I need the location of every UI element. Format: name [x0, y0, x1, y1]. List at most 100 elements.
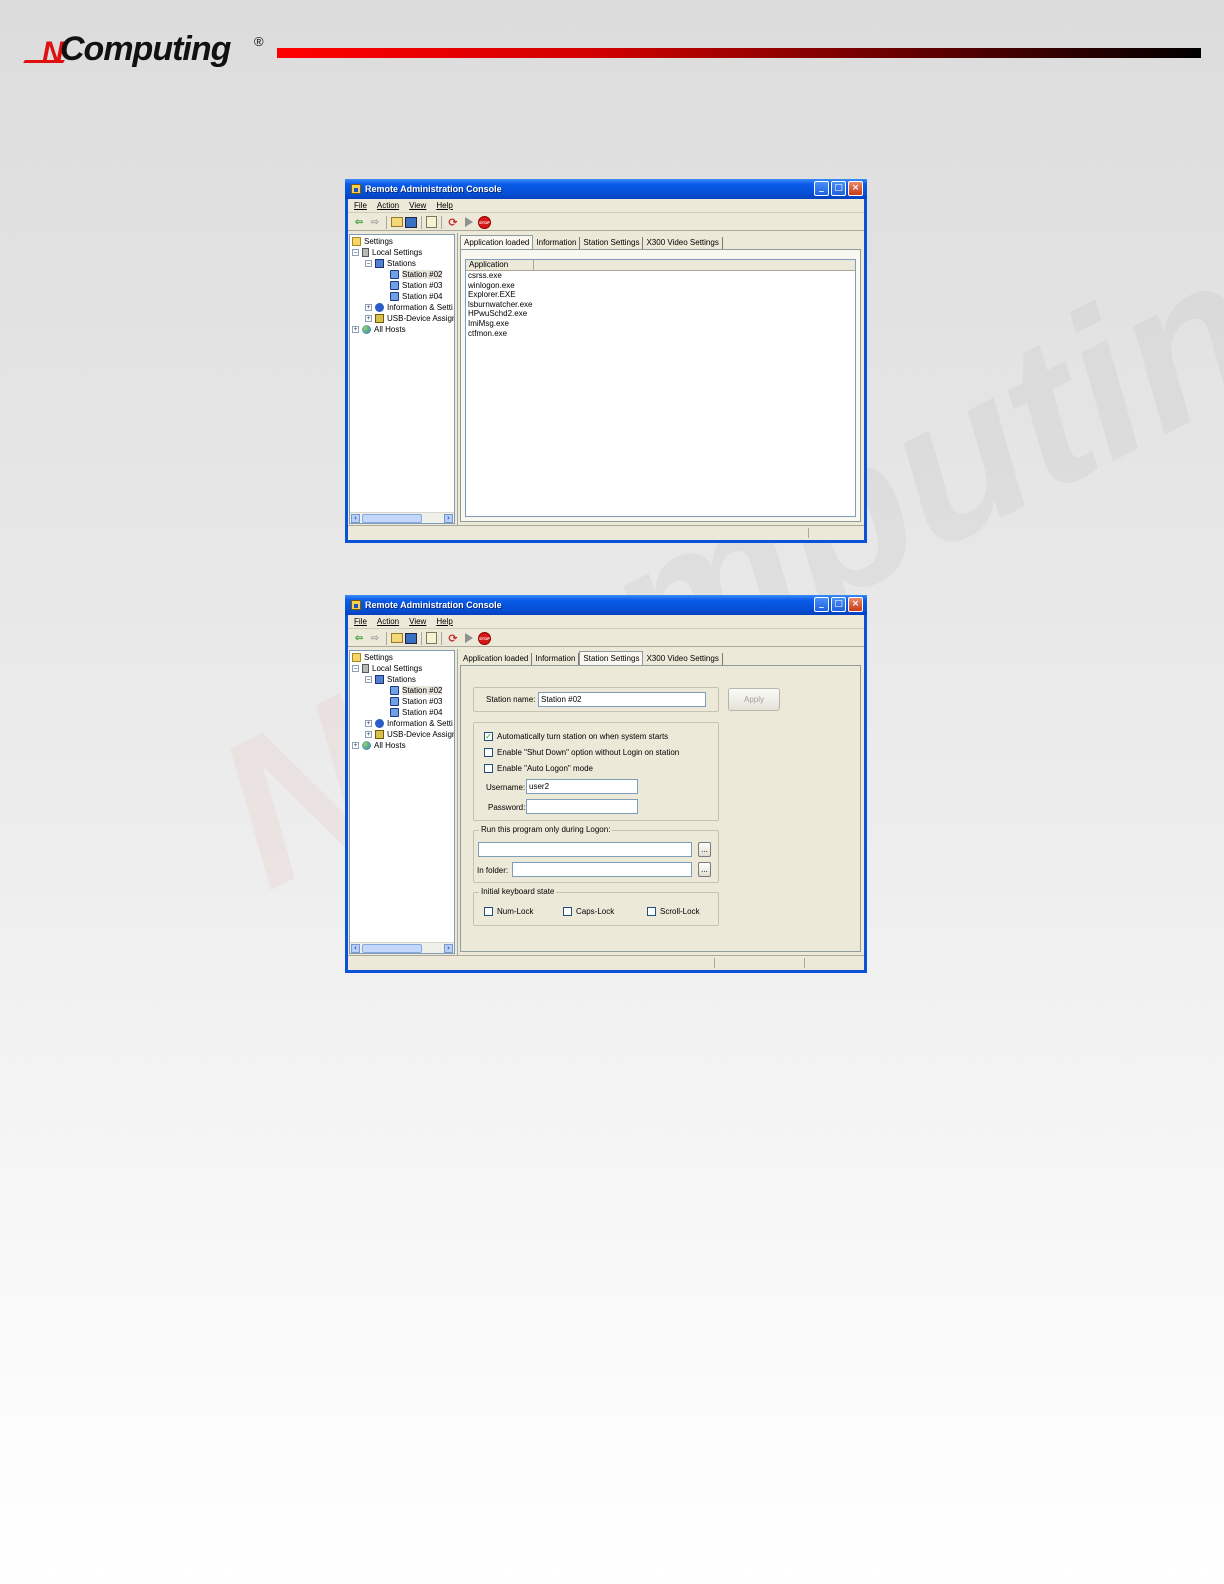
collapse-icon[interactable]: −: [365, 676, 372, 683]
tab-station-settings[interactable]: Station Settings: [580, 237, 644, 249]
menu-action[interactable]: Action: [377, 201, 399, 210]
column-header-application[interactable]: Application: [466, 260, 534, 270]
expand-icon[interactable]: +: [352, 742, 359, 749]
tab-application-loaded[interactable]: Application loaded: [460, 235, 534, 249]
menu-help[interactable]: Help: [436, 617, 452, 626]
list-item[interactable]: Explorer.EXE: [466, 290, 855, 300]
title-bar[interactable]: Remote Administration Console _ □ ×: [345, 179, 867, 199]
tree-item-station-03[interactable]: Station #03: [390, 696, 442, 707]
refresh-icon[interactable]: ⟳: [446, 631, 460, 645]
list-item[interactable]: lsburnwatcher.exe: [466, 300, 855, 310]
browse-folder-button[interactable]: ...: [698, 862, 711, 877]
station-name-input[interactable]: Station #02: [538, 692, 706, 707]
scroll-lock-checkbox[interactable]: Scroll-Lock: [647, 907, 700, 916]
play-icon[interactable]: [465, 633, 473, 643]
forward-arrow-icon[interactable]: ⇨: [368, 215, 382, 229]
scroll-left-icon[interactable]: ‹: [351, 514, 360, 523]
title-bar[interactable]: Remote Administration Console _ □ ×: [345, 595, 867, 615]
tree-item-all-hosts[interactable]: + All Hosts: [352, 740, 406, 751]
tree-item-local-settings[interactable]: − Local Settings: [352, 663, 422, 674]
scroll-right-icon[interactable]: ›: [444, 944, 453, 953]
horizontal-scrollbar[interactable]: ‹ ›: [350, 512, 454, 523]
collapse-icon[interactable]: −: [352, 249, 359, 256]
back-arrow-icon[interactable]: ⇦: [352, 631, 366, 645]
expand-icon[interactable]: +: [365, 720, 372, 727]
tree-item-stations[interactable]: − Stations: [365, 258, 416, 269]
tree-item-station-04[interactable]: Station #04: [390, 707, 442, 718]
browse-program-button[interactable]: ...: [698, 842, 711, 857]
list-item[interactable]: winlogon.exe: [466, 281, 855, 291]
list-item[interactable]: ImiMsg.exe: [466, 319, 855, 329]
menu-view[interactable]: View: [409, 201, 426, 210]
show-console-tree-icon[interactable]: [405, 632, 417, 644]
stop-icon[interactable]: STOP: [478, 215, 491, 229]
list-item[interactable]: ctfmon.exe: [466, 329, 855, 339]
auto-logon-checkbox[interactable]: Enable "Auto Logon" mode: [484, 764, 593, 773]
collapse-icon[interactable]: −: [365, 260, 372, 267]
menu-help[interactable]: Help: [436, 201, 452, 210]
tab-station-settings[interactable]: Station Settings: [579, 651, 644, 665]
tab-information[interactable]: Information: [533, 237, 581, 249]
menu-file[interactable]: File: [354, 201, 367, 210]
expand-icon[interactable]: +: [365, 731, 372, 738]
expand-icon[interactable]: +: [352, 326, 359, 333]
tree-item-usb-device[interactable]: + USB-Device Assigni: [365, 729, 454, 740]
tree-item-information[interactable]: + Information & Setti: [365, 718, 453, 729]
show-console-tree-icon[interactable]: [405, 216, 417, 228]
tree-item-usb-device[interactable]: + USB-Device Assigni: [365, 313, 454, 324]
tab-application-loaded[interactable]: Application loaded: [460, 653, 533, 665]
expand-icon[interactable]: +: [365, 315, 372, 322]
password-input[interactable]: [526, 799, 638, 814]
properties-icon[interactable]: [426, 216, 437, 228]
tree-item-settings[interactable]: Settings: [352, 236, 393, 247]
forward-arrow-icon[interactable]: ⇨: [368, 631, 382, 645]
up-folder-icon[interactable]: [391, 633, 403, 643]
minimize-button[interactable]: _: [814, 181, 829, 196]
tab-x300-video-settings[interactable]: X300 Video Settings: [643, 237, 723, 249]
tree-item-information[interactable]: + Information & Setti: [365, 302, 453, 313]
tree-item-station-03[interactable]: Station #03: [390, 280, 442, 291]
maximize-button[interactable]: □: [831, 181, 846, 196]
username-input[interactable]: user2: [526, 779, 638, 794]
tree-item-station-02[interactable]: Station #02: [390, 685, 443, 696]
close-button[interactable]: ×: [848, 181, 863, 196]
tree-item-local-settings[interactable]: − Local Settings: [352, 247, 422, 258]
tab-x300-video-settings[interactable]: X300 Video Settings: [643, 653, 723, 665]
maximize-button[interactable]: □: [831, 597, 846, 612]
properties-icon[interactable]: [426, 632, 437, 644]
list-item[interactable]: HPwuSchd2.exe: [466, 309, 855, 319]
apply-button[interactable]: Apply: [728, 688, 780, 711]
in-folder-input[interactable]: [512, 862, 692, 877]
expand-icon[interactable]: +: [365, 304, 372, 311]
auto-turn-on-checkbox[interactable]: ✓ Automatically turn station on when sys…: [484, 732, 668, 741]
shutdown-without-login-checkbox[interactable]: Enable "Shut Down" option without Login …: [484, 748, 679, 757]
list-item[interactable]: csrss.exe: [466, 271, 855, 281]
menu-action[interactable]: Action: [377, 617, 399, 626]
caps-lock-checkbox[interactable]: Caps-Lock: [563, 907, 614, 916]
scroll-thumb[interactable]: [362, 944, 422, 953]
tree-item-station-04[interactable]: Station #04: [390, 291, 442, 302]
server-icon: [362, 664, 369, 673]
tree-item-stations[interactable]: − Stations: [365, 674, 416, 685]
horizontal-scrollbar[interactable]: ‹ ›: [350, 942, 454, 953]
application-list[interactable]: Application csrss.exe winlogon.exe Explo…: [465, 259, 856, 517]
minimize-button[interactable]: _: [814, 597, 829, 612]
menu-file[interactable]: File: [354, 617, 367, 626]
tree-item-station-02[interactable]: Station #02: [390, 269, 443, 280]
num-lock-checkbox[interactable]: Num-Lock: [484, 907, 533, 916]
stop-icon[interactable]: STOP: [478, 631, 491, 645]
close-button[interactable]: ×: [848, 597, 863, 612]
scroll-left-icon[interactable]: ‹: [351, 944, 360, 953]
tree-item-settings[interactable]: Settings: [352, 652, 393, 663]
program-path-input[interactable]: [478, 842, 692, 857]
back-arrow-icon[interactable]: ⇦: [352, 215, 366, 229]
tree-item-all-hosts[interactable]: + All Hosts: [352, 324, 406, 335]
play-icon[interactable]: [465, 217, 473, 227]
refresh-icon[interactable]: ⟳: [446, 215, 460, 229]
up-folder-icon[interactable]: [391, 217, 403, 227]
collapse-icon[interactable]: −: [352, 665, 359, 672]
menu-view[interactable]: View: [409, 617, 426, 626]
scroll-thumb[interactable]: [362, 514, 422, 523]
tab-information[interactable]: Information: [532, 653, 580, 665]
scroll-right-icon[interactable]: ›: [444, 514, 453, 523]
